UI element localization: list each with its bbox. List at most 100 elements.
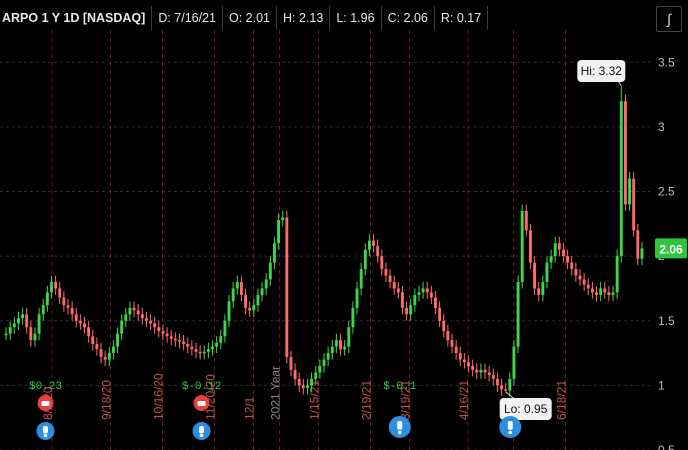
candle-body	[58, 288, 62, 298]
candle-body	[615, 256, 619, 293]
candle-body	[111, 346, 115, 354]
candle-body	[145, 318, 148, 321]
candle-body	[401, 292, 404, 308]
candle-body	[413, 294, 417, 306]
symbol-label[interactable]: ARPO 1 Y 1D [NASDAQ]	[0, 6, 153, 30]
candle-body	[640, 248, 644, 259]
candle-body	[508, 378, 512, 391]
earnings-icon[interactable]	[388, 416, 411, 438]
candle-body	[235, 282, 239, 289]
earnings-icon[interactable]	[192, 422, 211, 440]
range-value: R: 0.17	[434, 6, 489, 30]
dividend-label: $-0.12	[182, 381, 222, 393]
candle-body	[619, 101, 623, 257]
candle-body	[504, 389, 508, 391]
candle-body	[628, 178, 631, 205]
x-tick-label: 4/16/21	[457, 380, 471, 420]
dividend-label: $-0.1	[383, 381, 416, 393]
x-tick-label: 12/1	[243, 396, 257, 420]
candle-body	[339, 340, 342, 350]
candle-body	[8, 327, 12, 334]
candle-body	[95, 344, 99, 350]
earnings-icon-glyph	[43, 426, 48, 434]
y-tick-label: 3.5	[658, 55, 675, 69]
price-chart[interactable]: 0.511.522.533.58/2/209/18/2010/16/2011/2…	[0, 0, 688, 450]
candle-body	[132, 307, 136, 311]
candle-body	[194, 349, 198, 352]
candle-body	[574, 269, 578, 276]
candle-body	[25, 314, 29, 328]
close-value: C: 2.06	[381, 6, 435, 30]
candle-body	[107, 353, 111, 360]
phone-icon-glyph	[197, 401, 206, 406]
candle-body	[161, 331, 165, 334]
candle-body	[512, 346, 516, 379]
candle-body	[318, 366, 322, 373]
candle-body	[495, 378, 499, 386]
candle-body	[623, 101, 627, 205]
candle-body	[566, 256, 570, 263]
candle-body	[438, 307, 442, 321]
earnings-icon[interactable]	[36, 422, 55, 440]
candle-body	[219, 336, 223, 343]
phone-icon-glyph	[41, 401, 50, 406]
candle-body	[483, 369, 487, 373]
candle-body	[537, 288, 541, 295]
candle-body	[384, 269, 388, 276]
candle-body	[330, 346, 334, 354]
candle-body	[334, 340, 338, 347]
candle-body	[367, 240, 371, 250]
candle-body	[12, 323, 16, 328]
chart-style-icon[interactable]: ∫	[656, 6, 682, 32]
candle-body	[388, 275, 392, 282]
earnings-icon-glyph	[507, 420, 513, 430]
candle-body	[66, 305, 70, 308]
candle-body	[244, 294, 247, 308]
quote-header: ARPO 1 Y 1D [NASDAQ] D: 7/16/21 O: 2.01 …	[0, 6, 489, 30]
candle-body	[462, 359, 466, 363]
y-tick-label: 1.5	[658, 314, 675, 328]
earnings-icon[interactable]	[499, 416, 522, 438]
candle-body	[363, 249, 367, 270]
candle-body	[248, 307, 252, 311]
dividend-label: $0.23	[29, 381, 62, 393]
candle-body	[231, 288, 235, 302]
candle-body	[285, 217, 289, 357]
candle-body	[471, 366, 475, 370]
candle-body	[182, 341, 186, 345]
candle-body	[264, 279, 268, 289]
candle-body	[479, 369, 483, 373]
earnings-icon-dot	[43, 433, 48, 438]
candle-body	[169, 336, 173, 339]
candle-body	[223, 320, 227, 337]
candle-body	[273, 243, 276, 263]
phone-icon[interactable]	[37, 395, 54, 411]
x-tick-label: 2/19/21	[360, 380, 374, 420]
candle-body	[277, 219, 281, 244]
candle-body	[396, 288, 400, 293]
candle-body	[206, 349, 210, 352]
y-tick-label: 1	[658, 378, 665, 392]
candle-body	[62, 297, 66, 306]
candle-body	[541, 282, 545, 295]
phone-icon[interactable]	[193, 395, 210, 411]
x-tick-label: 1/15/21	[308, 380, 322, 420]
low-value: L: 1.96	[330, 6, 382, 30]
candle-body	[198, 351, 202, 354]
candle-body	[186, 344, 190, 347]
candle-body	[578, 275, 582, 280]
candle-body	[549, 256, 553, 263]
candle-body	[124, 314, 128, 321]
candle-body	[429, 292, 433, 298]
candle-body	[599, 288, 603, 295]
candle-body	[442, 320, 446, 332]
candle-body	[417, 292, 421, 295]
candle-body	[314, 372, 318, 379]
candle-body	[54, 282, 58, 289]
candle-body	[376, 245, 380, 257]
candle-body	[37, 314, 41, 334]
earnings-icon-dot	[199, 433, 204, 438]
earnings-icon-dot	[508, 430, 513, 435]
candle-body	[458, 353, 462, 360]
candle-body	[260, 288, 264, 295]
